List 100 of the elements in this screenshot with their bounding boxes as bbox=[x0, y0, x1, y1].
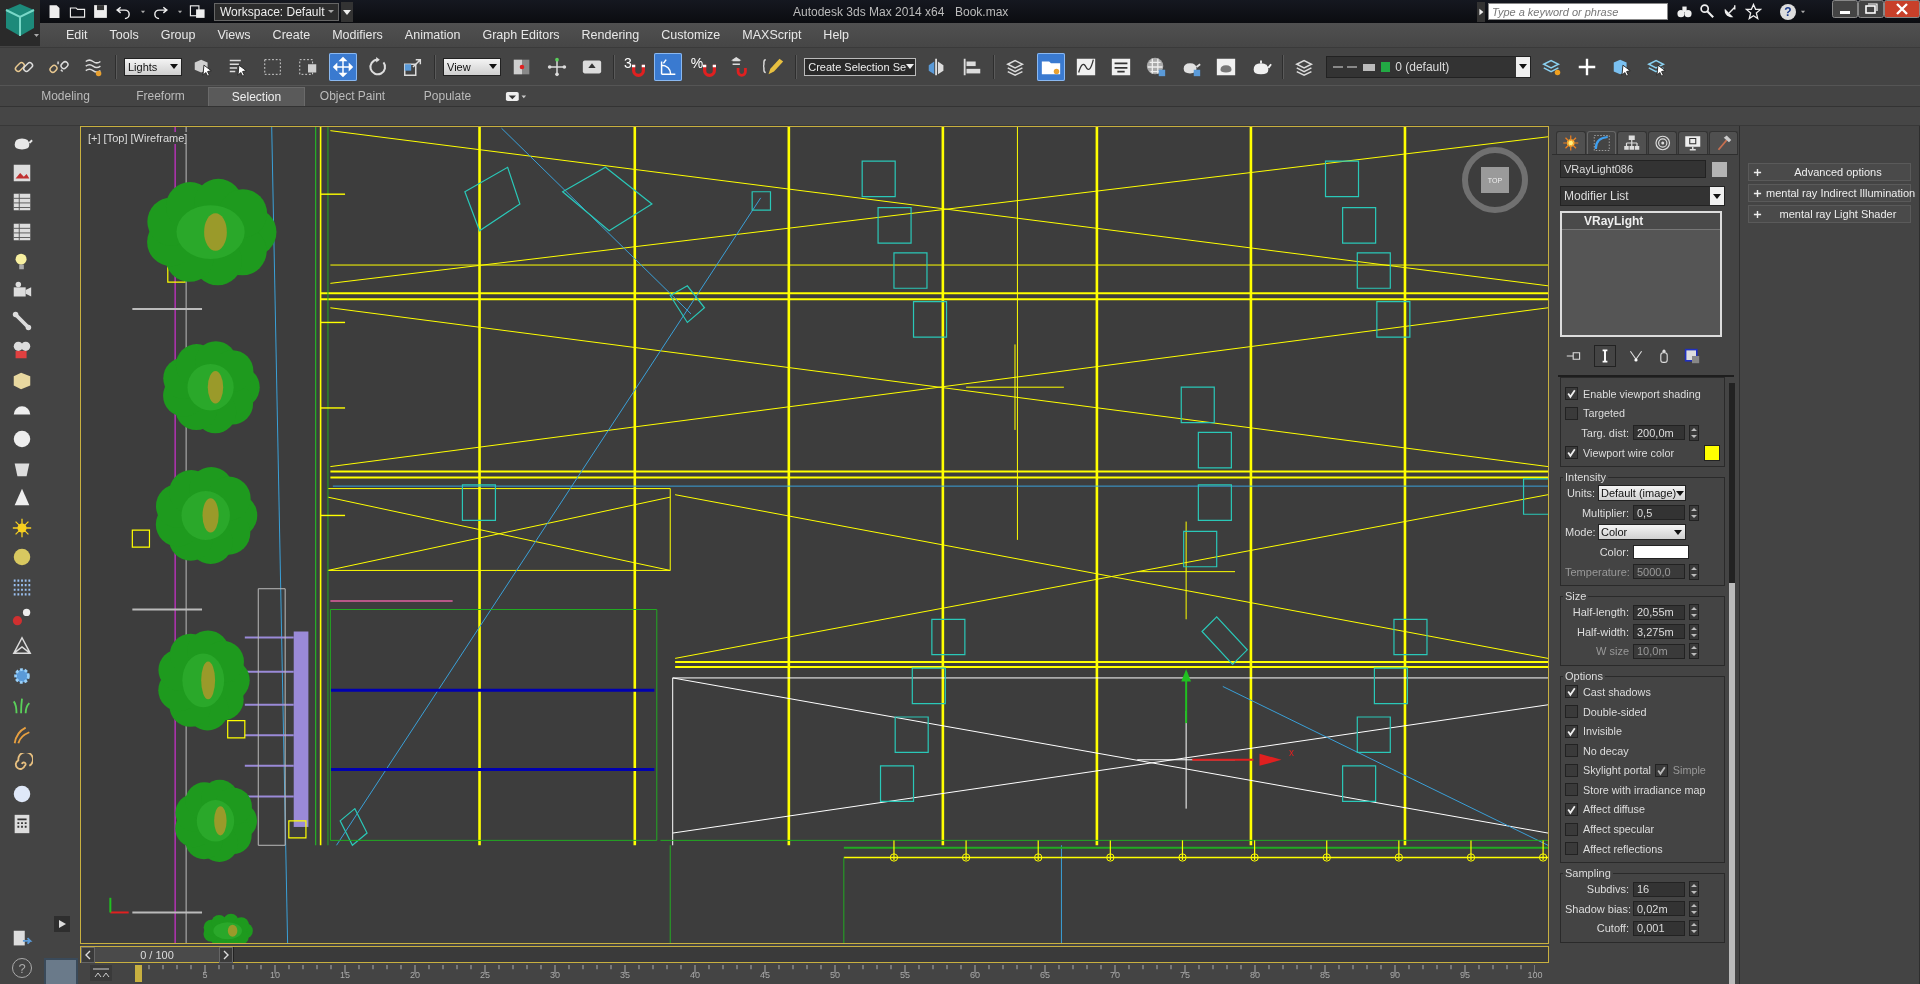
frame-number: 65 bbox=[1040, 970, 1050, 981]
layer-dropdown[interactable]: 0 (default) bbox=[1326, 55, 1532, 78]
dropdown[interactable]: Create Selection Se bbox=[804, 57, 917, 76]
play-icon[interactable] bbox=[54, 916, 70, 932]
spinner-arrows-icon[interactable] bbox=[1689, 504, 1699, 521]
menu-item[interactable]: MAXScript bbox=[731, 28, 813, 42]
i-beam-icon[interactable] bbox=[1594, 345, 1616, 367]
checkbox[interactable] bbox=[1565, 744, 1578, 758]
checkbox[interactable] bbox=[1565, 822, 1578, 836]
minimize-icon[interactable] bbox=[1832, 0, 1858, 18]
arc-icon[interactable] bbox=[1586, 131, 1616, 154]
monitor-icon[interactable] bbox=[1678, 131, 1708, 154]
dropdown[interactable]: View bbox=[443, 57, 501, 76]
star-icon[interactable] bbox=[1745, 3, 1762, 20]
number-field[interactable]: 0,5 bbox=[1633, 505, 1685, 521]
scrollbar[interactable] bbox=[1729, 383, 1735, 984]
menu-item[interactable]: Tools bbox=[98, 28, 150, 42]
spinner-arrows-icon[interactable] bbox=[1689, 563, 1699, 580]
configure-icon[interactable] bbox=[1684, 348, 1700, 364]
number-field[interactable]: 3,275m bbox=[1633, 624, 1685, 640]
modifier-list-dropdown[interactable]: Modifier List bbox=[1560, 186, 1725, 206]
caret-icon bbox=[489, 64, 497, 69]
menu-item[interactable]: Graph Editors bbox=[471, 28, 571, 42]
color-swatch[interactable] bbox=[1633, 544, 1689, 559]
curve-editor-icon[interactable] bbox=[90, 965, 112, 981]
number-field[interactable]: 200,0m bbox=[1633, 425, 1685, 441]
menu-item[interactable]: Rendering bbox=[570, 28, 651, 42]
save-icon[interactable] bbox=[92, 3, 109, 20]
sun-icon[interactable] bbox=[11, 516, 33, 539]
menu-item[interactable]: Group bbox=[149, 28, 207, 42]
menu-item[interactable]: Modifiers bbox=[321, 28, 394, 42]
menu-item[interactable]: Create bbox=[261, 28, 322, 42]
checkbox[interactable] bbox=[1565, 387, 1578, 401]
rollout-button[interactable]: Advanced options bbox=[1748, 163, 1911, 181]
caret-icon[interactable] bbox=[341, 1, 353, 22]
checkbox-label: Affect specular bbox=[1583, 823, 1655, 836]
menu-item[interactable]: Help bbox=[812, 28, 861, 42]
fork-icon[interactable] bbox=[1628, 348, 1644, 364]
rollout-button[interactable]: mental ray Light Shader bbox=[1748, 205, 1911, 223]
ribbon-tab[interactable]: Freeform bbox=[113, 87, 208, 105]
ribbon-tab[interactable]: Populate bbox=[400, 87, 495, 105]
app-logo-icon[interactable] bbox=[0, 0, 40, 46]
spinner-arrows-icon[interactable] bbox=[1689, 643, 1699, 660]
number-field[interactable]: 16 bbox=[1633, 881, 1685, 897]
checkbox[interactable] bbox=[1565, 724, 1578, 738]
checkbox[interactable] bbox=[1565, 803, 1578, 816]
workspace-dropdown[interactable]: Workspace: Default bbox=[214, 2, 339, 21]
stack-item[interactable]: VRayLight bbox=[1562, 213, 1720, 230]
number-field[interactable]: 0,02m bbox=[1633, 901, 1685, 917]
viewport-label[interactable]: [+] [Top] [Wireframe] bbox=[86, 132, 190, 144]
hierarchy-icon[interactable] bbox=[1617, 131, 1647, 154]
spinner-arrows-icon[interactable] bbox=[1689, 425, 1699, 441]
menu-item[interactable]: Views bbox=[206, 28, 262, 42]
checkbox[interactable] bbox=[1565, 406, 1578, 420]
hammer-icon[interactable] bbox=[1708, 131, 1738, 154]
menu-item[interactable]: Customize bbox=[650, 28, 732, 42]
concentric-circles-icon[interactable] bbox=[1647, 131, 1677, 154]
spinner-arrows-icon[interactable] bbox=[1689, 623, 1699, 640]
timeline-ruler[interactable]: 5 10 15 20 25 30 35 40 45 50 55 60 65 70 75 80 85 90 95 100 bbox=[135, 965, 1547, 982]
frame-number: 10 bbox=[270, 970, 280, 981]
object-name-field[interactable]: VRayLight086 bbox=[1560, 160, 1706, 178]
close-icon[interactable] bbox=[1884, 0, 1920, 18]
spinner-arrows-icon[interactable] bbox=[1689, 604, 1699, 621]
spinner-arrows-icon[interactable] bbox=[1689, 900, 1699, 917]
folder-icon[interactable] bbox=[1037, 52, 1066, 81]
number-field[interactable]: 0,001 bbox=[1633, 920, 1685, 936]
bone-icon[interactable] bbox=[11, 309, 33, 332]
checkbox[interactable] bbox=[1565, 446, 1578, 460]
restore-icon[interactable] bbox=[1858, 0, 1884, 18]
checkbox[interactable] bbox=[1565, 842, 1578, 856]
project-folder-icon[interactable] bbox=[189, 3, 206, 20]
search-field[interactable]: Type a keyword or phrase bbox=[1488, 3, 1668, 20]
checkbox[interactable] bbox=[1654, 763, 1668, 777]
number-field[interactable]: 20,55m bbox=[1633, 604, 1685, 620]
spinner-arrows-icon[interactable] bbox=[1689, 881, 1699, 898]
snap-toggle-button[interactable]: 3 bbox=[622, 52, 647, 81]
checkbox[interactable] bbox=[1565, 705, 1578, 718]
dropdown[interactable]: Default (image) bbox=[1598, 485, 1686, 502]
spinner-arrows-icon[interactable] bbox=[1689, 920, 1699, 937]
menu-item[interactable]: Edit bbox=[55, 28, 99, 42]
dropdown[interactable]: Color bbox=[1598, 524, 1686, 541]
checkbox[interactable] bbox=[1565, 763, 1578, 777]
menu-item[interactable]: Animation bbox=[393, 28, 472, 42]
checkbox[interactable] bbox=[1565, 783, 1578, 797]
help-button[interactable]: ? bbox=[1780, 3, 1796, 20]
checkbox[interactable] bbox=[1565, 685, 1578, 699]
color-swatch[interactable] bbox=[1704, 444, 1720, 461]
starburst-icon[interactable] bbox=[1556, 131, 1586, 154]
object-color-swatch[interactable] bbox=[1712, 161, 1727, 177]
panel-menu-icon[interactable] bbox=[505, 90, 527, 102]
ribbon-tab[interactable]: Selection bbox=[208, 86, 305, 106]
move-icon[interactable] bbox=[329, 52, 357, 81]
ribbon-tab[interactable]: Object Paint bbox=[305, 87, 400, 105]
modifier-stack[interactable]: VRayLight bbox=[1560, 211, 1722, 337]
dropdown[interactable]: Lights bbox=[124, 57, 182, 76]
current-frame-marker[interactable] bbox=[135, 965, 142, 982]
transform-gizmo-icon[interactable] bbox=[1181, 669, 1282, 766]
snap-toggle-button[interactable]: % bbox=[688, 52, 719, 81]
angle-snap-icon[interactable] bbox=[653, 52, 682, 81]
ribbon-tab[interactable]: Modeling bbox=[18, 87, 113, 105]
